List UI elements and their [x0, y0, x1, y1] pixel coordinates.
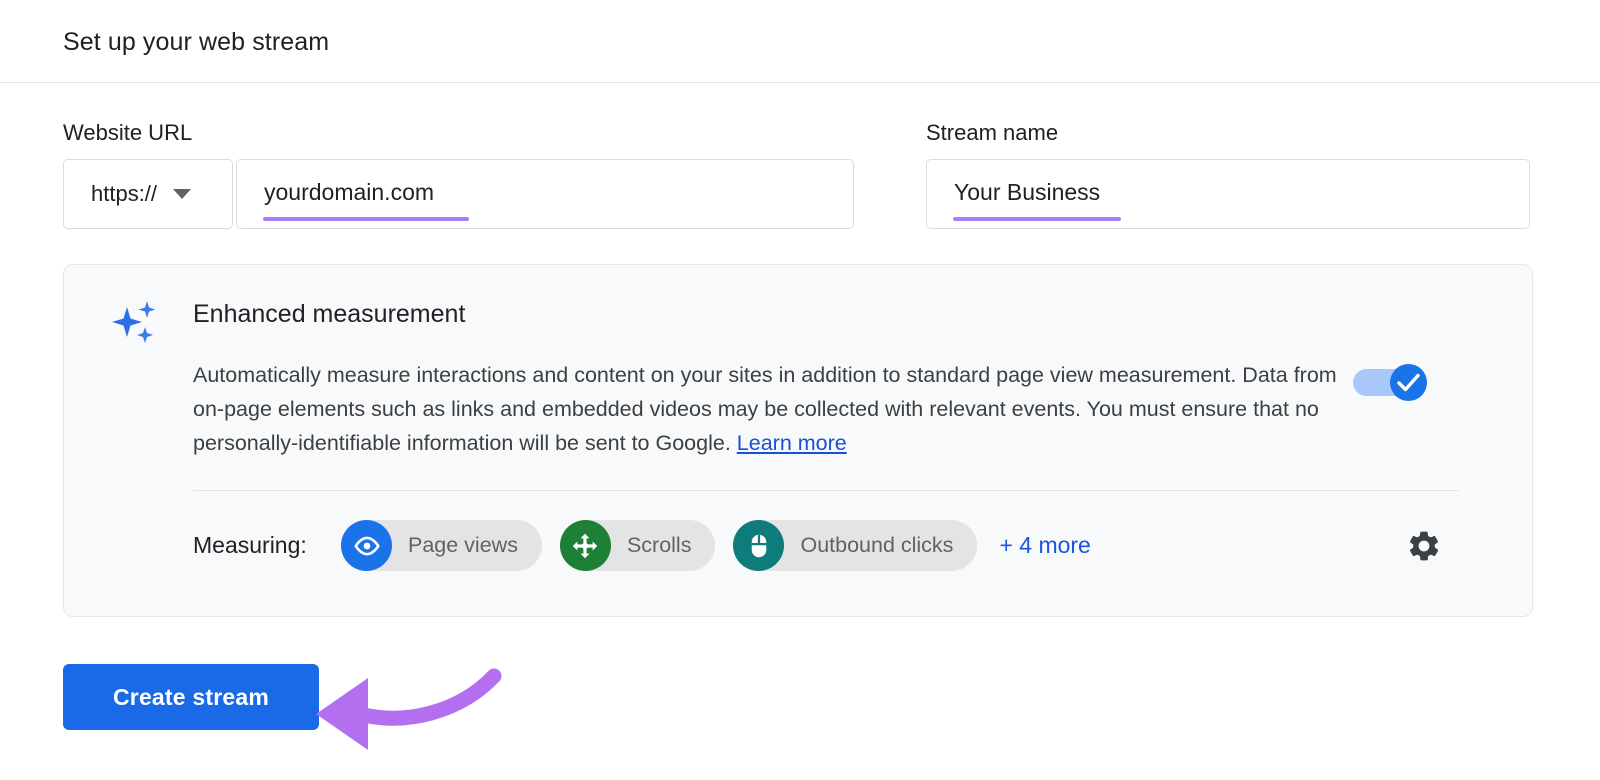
website-url-highlight [263, 217, 469, 221]
protocol-value: https:// [91, 181, 158, 206]
panel-divider [193, 490, 1458, 491]
sparkle-icon [109, 297, 161, 349]
measuring-chip-list: Page views Scrolls Outbound clicks + 4 m… [341, 520, 1091, 571]
stream-name-highlight [953, 217, 1121, 221]
protocol-select[interactable]: https:// [63, 159, 233, 229]
chevron-down-icon [173, 189, 192, 199]
chip-label: Page views [408, 533, 518, 557]
eye-icon [341, 520, 392, 571]
chip-scrolls[interactable]: Scrolls [559, 520, 716, 571]
chip-outbound-clicks[interactable]: Outbound clicks [733, 520, 978, 571]
enhanced-measurement-toggle[interactable] [1353, 364, 1427, 401]
enhanced-measurement-panel: Enhanced measurement Automatically measu… [63, 264, 1533, 617]
chip-label: Scrolls [626, 533, 692, 557]
enhanced-measurement-description: Automatically measure interactions and c… [193, 358, 1358, 460]
website-url-value: yourdomain.com [264, 179, 435, 205]
website-url-input[interactable]: yourdomain.com [236, 159, 854, 229]
measuring-label: Measuring: [193, 532, 307, 558]
learn-more-link[interactable]: Learn more [737, 431, 847, 455]
move-arrows-icon [559, 520, 611, 571]
stream-name-value: Your Business [954, 179, 1101, 205]
create-stream-button[interactable]: Create stream [63, 664, 319, 730]
toggle-knob [1390, 364, 1427, 401]
website-url-label: Website URL [63, 120, 193, 145]
gear-icon[interactable] [1398, 520, 1450, 572]
page-header: Set up your web stream [0, 0, 1600, 83]
more-events-link[interactable]: + 4 more [999, 532, 1090, 559]
stream-name-label: Stream name [926, 120, 1059, 145]
chip-label: Outbound clicks [800, 533, 954, 557]
enhanced-measurement-title: Enhanced measurement [193, 300, 466, 328]
check-icon [1397, 373, 1420, 392]
chip-page-views[interactable]: Page views [341, 520, 542, 571]
mouse-icon [733, 520, 785, 571]
stream-name-input[interactable]: Your Business [926, 159, 1530, 229]
page-title: Set up your web stream [63, 28, 330, 56]
annotation-arrow [300, 640, 530, 750]
